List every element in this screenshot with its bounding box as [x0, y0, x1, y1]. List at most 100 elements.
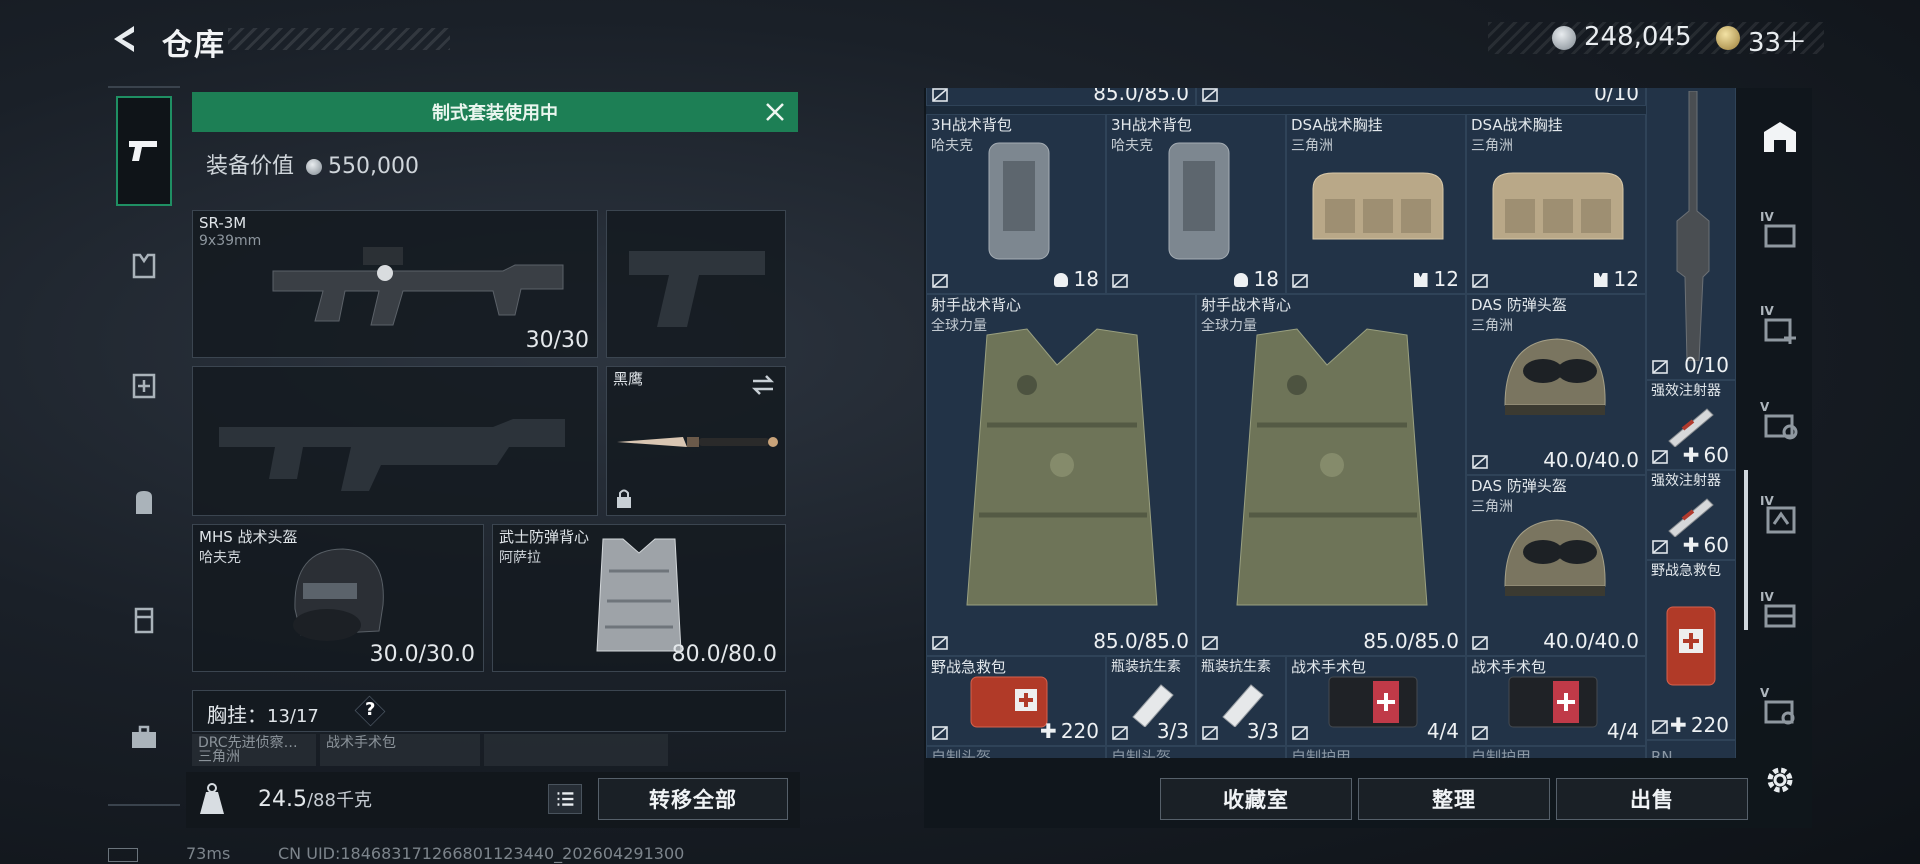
storage-item[interactable]: 射手战术背心 全球力量 85.0/85.0 — [926, 294, 1196, 656]
helmet-slot[interactable]: MHS 战术头盔 哈夫克 30.0/30.0 — [192, 524, 484, 672]
gold-ticket-icon — [1716, 26, 1740, 50]
item-uses: 3/3 — [1246, 719, 1279, 743]
nav-weapons[interactable] — [116, 96, 172, 206]
plus-icon: ✚ — [1682, 443, 1700, 467]
list-item[interactable]: DRC先进侦察… 三角洲 — [192, 734, 316, 766]
storage-item[interactable]: DSA战术胸挂 三角洲 12 — [1466, 114, 1646, 294]
sell-button[interactable]: 出售 — [1556, 778, 1748, 820]
filter-tier-crate[interactable]: IV — [1756, 590, 1804, 638]
storage-item[interactable]: 野战急救包 ✚ 220 — [926, 656, 1106, 746]
nav-backpack[interactable] — [116, 474, 172, 530]
melee-slot[interactable]: 黑鹰 — [606, 366, 786, 516]
nav-chest-rig[interactable] — [116, 238, 172, 294]
armor-name: 武士防弹背心 — [499, 528, 590, 546]
item-name: 自制头盔 — [931, 748, 992, 759]
filter-tier-gear[interactable]: V — [1756, 400, 1804, 448]
nav-pouch[interactable] — [116, 592, 172, 648]
primary-weapon-slot[interactable]: SR-3M 9x39mm 30/30 — [192, 210, 598, 358]
settings-gear-icon[interactable] — [1762, 762, 1798, 798]
weight-icon — [200, 783, 224, 814]
item-uses: 3/3 — [1156, 719, 1189, 743]
storage-item[interactable]: 3H战术背包 哈夫克 18 — [926, 114, 1106, 294]
filter-tier-case[interactable]: IV — [1756, 210, 1804, 258]
no-insure-icon — [1112, 726, 1128, 740]
storage-item[interactable]: 强效注射器 ✚ 60 — [1646, 470, 1736, 560]
storage-item[interactable]: 射手战术背心 全球力量 85.0/85.0 — [1196, 294, 1466, 656]
item-capacity: 12 — [1593, 267, 1639, 291]
backpack-icon — [136, 491, 152, 514]
storage-item[interactable]: RN — [1646, 740, 1736, 758]
organize-button[interactable]: 整理 — [1358, 778, 1550, 820]
chest-rig-icon — [132, 253, 156, 279]
equipment-value: 装备价值 550,000 — [206, 148, 419, 180]
pistol-silhouette-icon — [629, 251, 765, 327]
back-arrow-icon[interactable] — [108, 22, 142, 56]
surgical-kit-image — [1508, 676, 1598, 728]
pouch-icon — [134, 607, 154, 634]
storage-item[interactable]: 自制护甲 — [1286, 746, 1466, 758]
list-icon[interactable] — [548, 784, 582, 814]
help-icon[interactable]: ? — [365, 699, 375, 720]
filter-tier-medkit[interactable]: IV — [1756, 304, 1804, 352]
storage-item[interactable]: 野战急救包 ✚ 220 — [1646, 560, 1736, 740]
filter-tier-safe[interactable]: V — [1756, 686, 1804, 734]
backpack-image — [1168, 142, 1230, 260]
item-uses: 4/4 — [1606, 719, 1639, 743]
loadout-category-nav — [108, 86, 180, 806]
storage-item[interactable]: DAS 防弹头盔 三角洲 40.0/40.0 — [1466, 294, 1646, 475]
item-name: 射手战术背心 — [931, 296, 1022, 314]
item-durability: 40.0/40.0 — [1543, 448, 1639, 472]
equipment-value-amount: 550,000 — [328, 154, 419, 179]
storage-item[interactable]: 85.0/85.0 — [926, 88, 1196, 106]
ticket-amount[interactable]: 33＋ — [1748, 22, 1807, 59]
helmet-image — [1504, 338, 1606, 415]
knife-image — [617, 437, 778, 447]
swap-icon[interactable] — [749, 373, 777, 397]
storage-item[interactable]: 自制头盔 — [926, 746, 1106, 758]
nav-medical[interactable] — [116, 356, 172, 412]
storage-item[interactable]: DAS 防弹头盔 三角洲 40.0/40.0 — [1466, 475, 1646, 656]
chest-rig-image — [1492, 172, 1624, 240]
item-uses: ✚ 60 — [1683, 533, 1729, 557]
storage-item[interactable]: 自制护甲 — [1466, 746, 1646, 758]
storage-item[interactable]: 0/10 — [1196, 88, 1646, 106]
item-capacity-value: 18 — [1073, 267, 1099, 291]
list-item[interactable]: 战术手术包 — [320, 734, 480, 766]
ammo-count: 30/30 — [525, 328, 589, 353]
item-name: DAS 防弹头盔 — [1471, 477, 1567, 495]
item-brand: 哈夫克 — [1111, 138, 1153, 154]
transfer-all-button[interactable]: 转移全部 — [598, 778, 788, 820]
item-name: DSA战术胸挂 — [1471, 116, 1563, 134]
storage-item[interactable]: 战术手术包 4/4 — [1286, 656, 1466, 746]
no-insure-icon — [1292, 726, 1308, 740]
no-insure-icon — [932, 88, 948, 102]
storage-item[interactable]: 自制头盔 — [1106, 746, 1286, 758]
chest-rig-row[interactable]: 胸挂：13/17 ? — [192, 690, 786, 732]
storage-item[interactable]: 强效注射器 ✚ 60 — [1646, 380, 1736, 470]
item-name: 3H战术背包 — [1111, 116, 1192, 134]
item-name: DSA战术胸挂 — [1291, 116, 1383, 134]
storage-item[interactable]: 3H战术背包 哈夫克 18 — [1106, 114, 1286, 294]
storage-item[interactable]: 0/10 — [1646, 88, 1736, 380]
item-uses-value: 60 — [1703, 533, 1729, 557]
list-item[interactable] — [484, 734, 668, 766]
storage-item[interactable]: 瓶装抗生素 3/3 — [1106, 656, 1196, 746]
armor-vest-image — [966, 328, 1158, 606]
close-icon[interactable] — [760, 98, 790, 126]
storage-item[interactable]: 瓶装抗生素 3/3 — [1196, 656, 1286, 746]
weapon-name: SR-3M — [199, 214, 247, 232]
item-capacity-value: 18 — [1253, 267, 1279, 291]
nav-secure-case[interactable] — [116, 710, 172, 766]
armor-brand: 阿萨拉 — [499, 550, 541, 566]
helmet-brand: 哈夫克 — [199, 550, 241, 566]
secondary-weapon-slot[interactable] — [192, 366, 598, 516]
filter-tier-box[interactable]: IV — [1756, 494, 1804, 542]
no-insure-icon — [1202, 636, 1218, 650]
collection-room-button[interactable]: 收藏室 — [1160, 778, 1352, 820]
plus-icon: ✚ — [1682, 533, 1700, 557]
storage-item[interactable]: 战术手术包 4/4 — [1466, 656, 1646, 746]
filter-all[interactable] — [1756, 112, 1804, 160]
storage-item[interactable]: DSA战术胸挂 三角洲 12 — [1286, 114, 1466, 294]
pistol-slot[interactable] — [606, 210, 786, 358]
body-armor-slot[interactable]: 武士防弹背心 阿萨拉 80.0/80.0 — [492, 524, 786, 672]
